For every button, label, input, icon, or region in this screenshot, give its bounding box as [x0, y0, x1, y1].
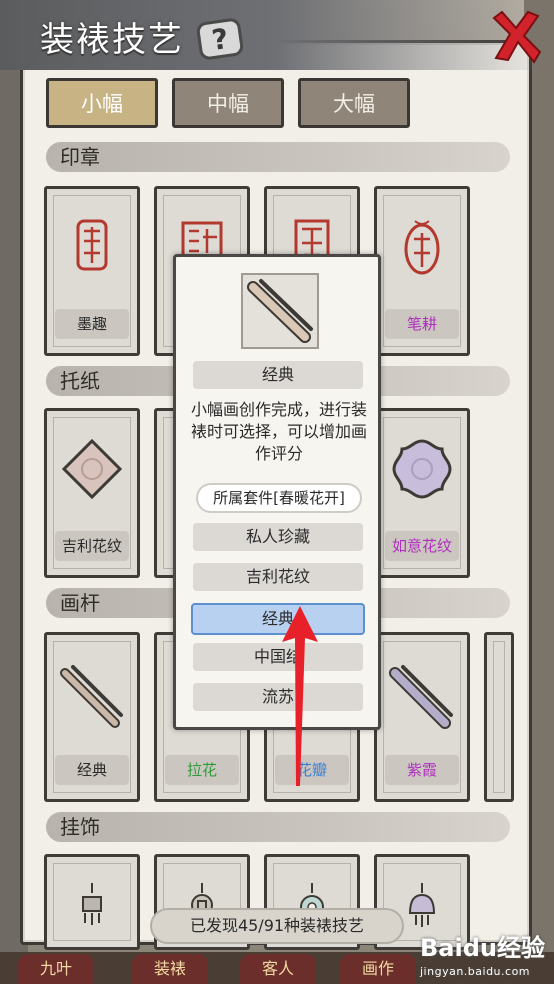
backing-paper-item-card[interactable]: 吉利花纹 — [44, 408, 140, 578]
tab-small-size[interactable]: 小幅 — [46, 78, 158, 128]
watermark: Baidu经验 jingyan.baidu.com — [420, 928, 548, 980]
scroll-rod-icon — [60, 665, 123, 728]
popup-set-badge: 所属套件[春暖花开] — [196, 483, 362, 513]
card-frame — [493, 641, 505, 793]
card-label: 拉花 — [165, 755, 239, 785]
seal-item-card[interactable]: 笔耕 — [374, 186, 470, 356]
popup-option[interactable]: 吉利花纹 — [193, 563, 363, 591]
card-label: 经典 — [55, 755, 129, 785]
popup-description: 小幅画创作完成，进行装裱时可选择，可以增加画作评分 — [190, 400, 367, 463]
scroll-rod-icon — [247, 279, 313, 343]
card-label: 墨趣 — [55, 309, 129, 339]
watermark-url: jingyan.baidu.com — [420, 965, 531, 978]
backing-paper-item-card[interactable]: 如意花纹 — [374, 408, 470, 578]
pendant-item-card[interactable] — [44, 854, 140, 950]
seal-item-card[interactable]: 墨趣 — [44, 186, 140, 356]
bell-pendant-icon — [408, 883, 436, 927]
card-label: 紫霞 — [385, 755, 459, 785]
seal-stamp-icon — [404, 220, 440, 275]
discovered-counter: 已发现45/91种装裱技艺 — [150, 908, 404, 944]
card-label: 如意花纹 — [385, 531, 459, 561]
page-title: 装裱技艺 — [40, 20, 184, 60]
section-header-seal: 印章 — [46, 142, 510, 172]
knot-pendant-icon — [82, 883, 102, 925]
tab-large-size[interactable]: 大幅 — [298, 78, 410, 128]
bottom-menu-item[interactable]: 画作 — [340, 954, 416, 984]
rod-item-card[interactable]: 紫霞 — [374, 632, 470, 802]
popup-item-name: 经典 — [193, 361, 363, 389]
popup-item-preview — [241, 273, 319, 349]
bottom-menu-item[interactable]: 客人 — [240, 954, 316, 984]
help-icon[interactable]: ? — [195, 17, 245, 61]
pattern-tile-icon — [61, 438, 123, 500]
rod-item-card[interactable]: 经典 — [44, 632, 140, 802]
section-header-pendant: 挂饰 — [46, 812, 510, 842]
card-label: 笔耕 — [385, 309, 459, 339]
pattern-tile-icon — [392, 439, 452, 499]
close-icon[interactable] — [488, 8, 544, 68]
annotation-arrow-icon — [282, 606, 318, 786]
card-label: 吉利花纹 — [55, 531, 129, 561]
bottom-menu-item[interactable]: 装裱 — [132, 954, 208, 984]
watermark-brand: Baidu经验 — [420, 934, 545, 962]
seal-stamp-icon — [76, 219, 108, 271]
rod-item-card-partial[interactable] — [484, 632, 514, 802]
bottom-menu-item[interactable]: 九叶 — [18, 954, 94, 984]
tab-medium-size[interactable]: 中幅 — [172, 78, 284, 128]
popup-option[interactable]: 私人珍藏 — [193, 523, 363, 551]
scroll-rod-icon — [389, 665, 453, 729]
